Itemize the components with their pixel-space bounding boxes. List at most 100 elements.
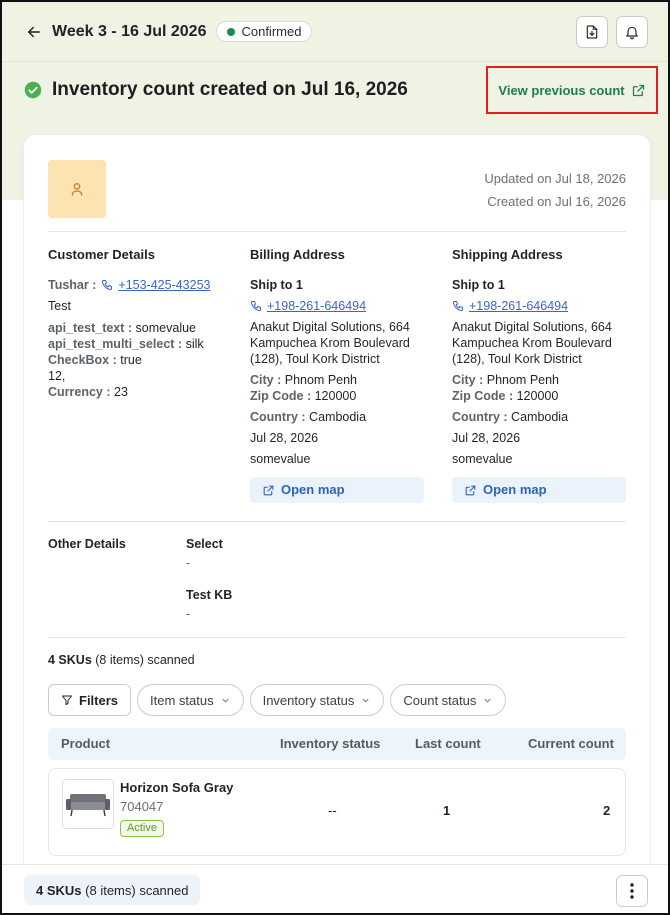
product-thumbnail [62, 779, 114, 829]
other-field-label: Select [186, 537, 223, 551]
field-value: true [120, 353, 142, 367]
external-link-icon [465, 485, 476, 495]
phone-icon [250, 301, 261, 312]
zip-key: Zip Code : [452, 389, 514, 403]
footer-skus-summary: 4 SKUs (8 items) scanned [24, 875, 201, 905]
chevron-down-icon [362, 698, 369, 703]
user-icon [71, 183, 83, 196]
city-key: City : [250, 373, 282, 387]
city-key: City : [452, 373, 484, 387]
customer-details: Customer Details Tushar : +153-425-43253… [48, 247, 228, 400]
more-actions-button[interactable] [616, 875, 648, 907]
field-value: somevalue [135, 321, 196, 335]
customer-note: Test [48, 299, 71, 313]
billing-custom: somevalue [250, 452, 311, 466]
page-header: Week 3 - 16 Jul 2026 Confirmed [2, 2, 668, 62]
filter-bar: Filters Item status Inventory status Cou… [48, 684, 507, 716]
table-header: Product Inventory status Last count Curr… [48, 728, 626, 760]
customer-name: Tushar : [48, 278, 97, 292]
billing-phone-link[interactable]: +198-261-646494 [267, 298, 366, 314]
download-button[interactable] [576, 15, 608, 48]
footer-bar: 4 SKUs (8 items) scanned [2, 864, 668, 913]
chevron-down-icon [222, 698, 229, 703]
shipping-ship-to: Ship to 1 [452, 278, 505, 292]
phone-icon [452, 301, 463, 312]
field-key: api_test_multi_select : [48, 337, 183, 351]
other-field-value: - [186, 556, 191, 570]
zip-value: 120000 [314, 389, 357, 403]
customer-heading: Customer Details [48, 247, 155, 262]
shipping-street: Anakut Digital Solutions, 664 Kampuchea … [452, 320, 612, 366]
current-count-cell: 2 [603, 803, 611, 818]
card-dates: Updated on Jul 18, 2026 Created on Jul 1… [484, 167, 626, 213]
table-row[interactable]: Horizon Sofa Gray 704047 Active -- 1 2 [48, 768, 626, 856]
banner-title: Inventory count created on Jul 16, 2026 [52, 79, 408, 100]
billing-date: Jul 28, 2026 [250, 431, 319, 445]
filters-label: Filters [79, 692, 119, 708]
chevron-down-icon [484, 698, 491, 703]
view-previous-count-link[interactable]: View previous count [486, 66, 658, 114]
avatar [48, 160, 106, 218]
divider [48, 231, 626, 232]
chip-label: Count status [403, 692, 477, 708]
phone-icon [102, 280, 113, 291]
customer-phone-link[interactable]: +153-425-43253 [118, 277, 210, 293]
shipping-open-map-button[interactable]: Open map [452, 477, 626, 503]
country-key: Country : [250, 410, 306, 424]
country-key: Country : [452, 410, 508, 424]
other-field-label: Test KB [186, 588, 233, 602]
bell-icon [626, 26, 638, 39]
updated-date: Updated on Jul 18, 2026 [484, 171, 626, 186]
billing-ship-to: Ship to 1 [250, 278, 303, 292]
item-status-filter[interactable]: Item status [137, 684, 244, 716]
product-code: 704047 [120, 799, 164, 814]
zip-key: Zip Code : [250, 389, 312, 403]
other-details-title: Other Details [48, 537, 126, 551]
shipping-custom: somevalue [452, 452, 513, 466]
other-details-heading: Other Details [48, 537, 126, 551]
status-dot-icon [227, 27, 236, 36]
col-last-count: Last count [415, 736, 481, 751]
other-field-value: - [186, 607, 191, 621]
open-map-label: Open map [281, 482, 345, 497]
billing-address: Billing Address Ship to 1 +198-261-64649… [250, 247, 430, 503]
page-title: Week 3 - 16 Jul 2026 [52, 22, 207, 40]
billing-open-map-button[interactable]: Open map [250, 477, 424, 503]
zip-value: 120000 [516, 389, 559, 403]
field-key: CheckBox : [48, 353, 117, 367]
shipping-date: Jul 28, 2026 [452, 431, 521, 445]
inventory-status-filter[interactable]: Inventory status [249, 684, 385, 716]
status-label: Confirmed [241, 24, 302, 39]
shipping-address: Shipping Address Ship to 1 +198-261-6464… [452, 247, 632, 503]
app-frame: Week 3 - 16 Jul 2026 Confirmed Inventory… [0, 0, 670, 915]
external-link-icon [263, 485, 274, 495]
country-value: Cambodia [309, 410, 367, 424]
field-key: api_test_text : [48, 321, 133, 335]
currency-key: Currency : [48, 385, 111, 399]
other-details-fields: Select - Test KB - [186, 537, 232, 621]
back-button[interactable] [22, 20, 46, 44]
divider [48, 521, 626, 522]
count-status-filter[interactable]: Count status [390, 684, 507, 716]
external-link-icon [632, 84, 644, 96]
footer-skus-count: 4 SKUs [36, 882, 82, 898]
divider [48, 637, 626, 638]
country-value: Cambodia [511, 410, 569, 424]
inventory-status-cell: -- [328, 803, 337, 818]
billing-street: Anakut Digital Solutions, 664 Kampuchea … [250, 320, 410, 366]
active-badge: Active [120, 820, 164, 837]
skus-count: 4 SKUs [48, 653, 92, 667]
filter-icon [62, 695, 72, 705]
skus-rest: (8 items) scanned [95, 653, 195, 667]
view-previous-label: View previous count [498, 82, 625, 98]
col-product: Product [61, 736, 111, 751]
field-extra: 12, [48, 369, 66, 383]
product-name: Horizon Sofa Gray [120, 780, 234, 795]
footer-skus-rest: (8 items) scanned [85, 882, 189, 898]
shipping-phone-link[interactable]: +198-261-646494 [469, 298, 568, 314]
notifications-button[interactable] [616, 15, 648, 48]
sofa-icon [66, 794, 110, 817]
col-current-count: Current count [528, 736, 614, 751]
check-circle-icon [24, 81, 42, 99]
filters-button[interactable]: Filters [48, 684, 132, 716]
